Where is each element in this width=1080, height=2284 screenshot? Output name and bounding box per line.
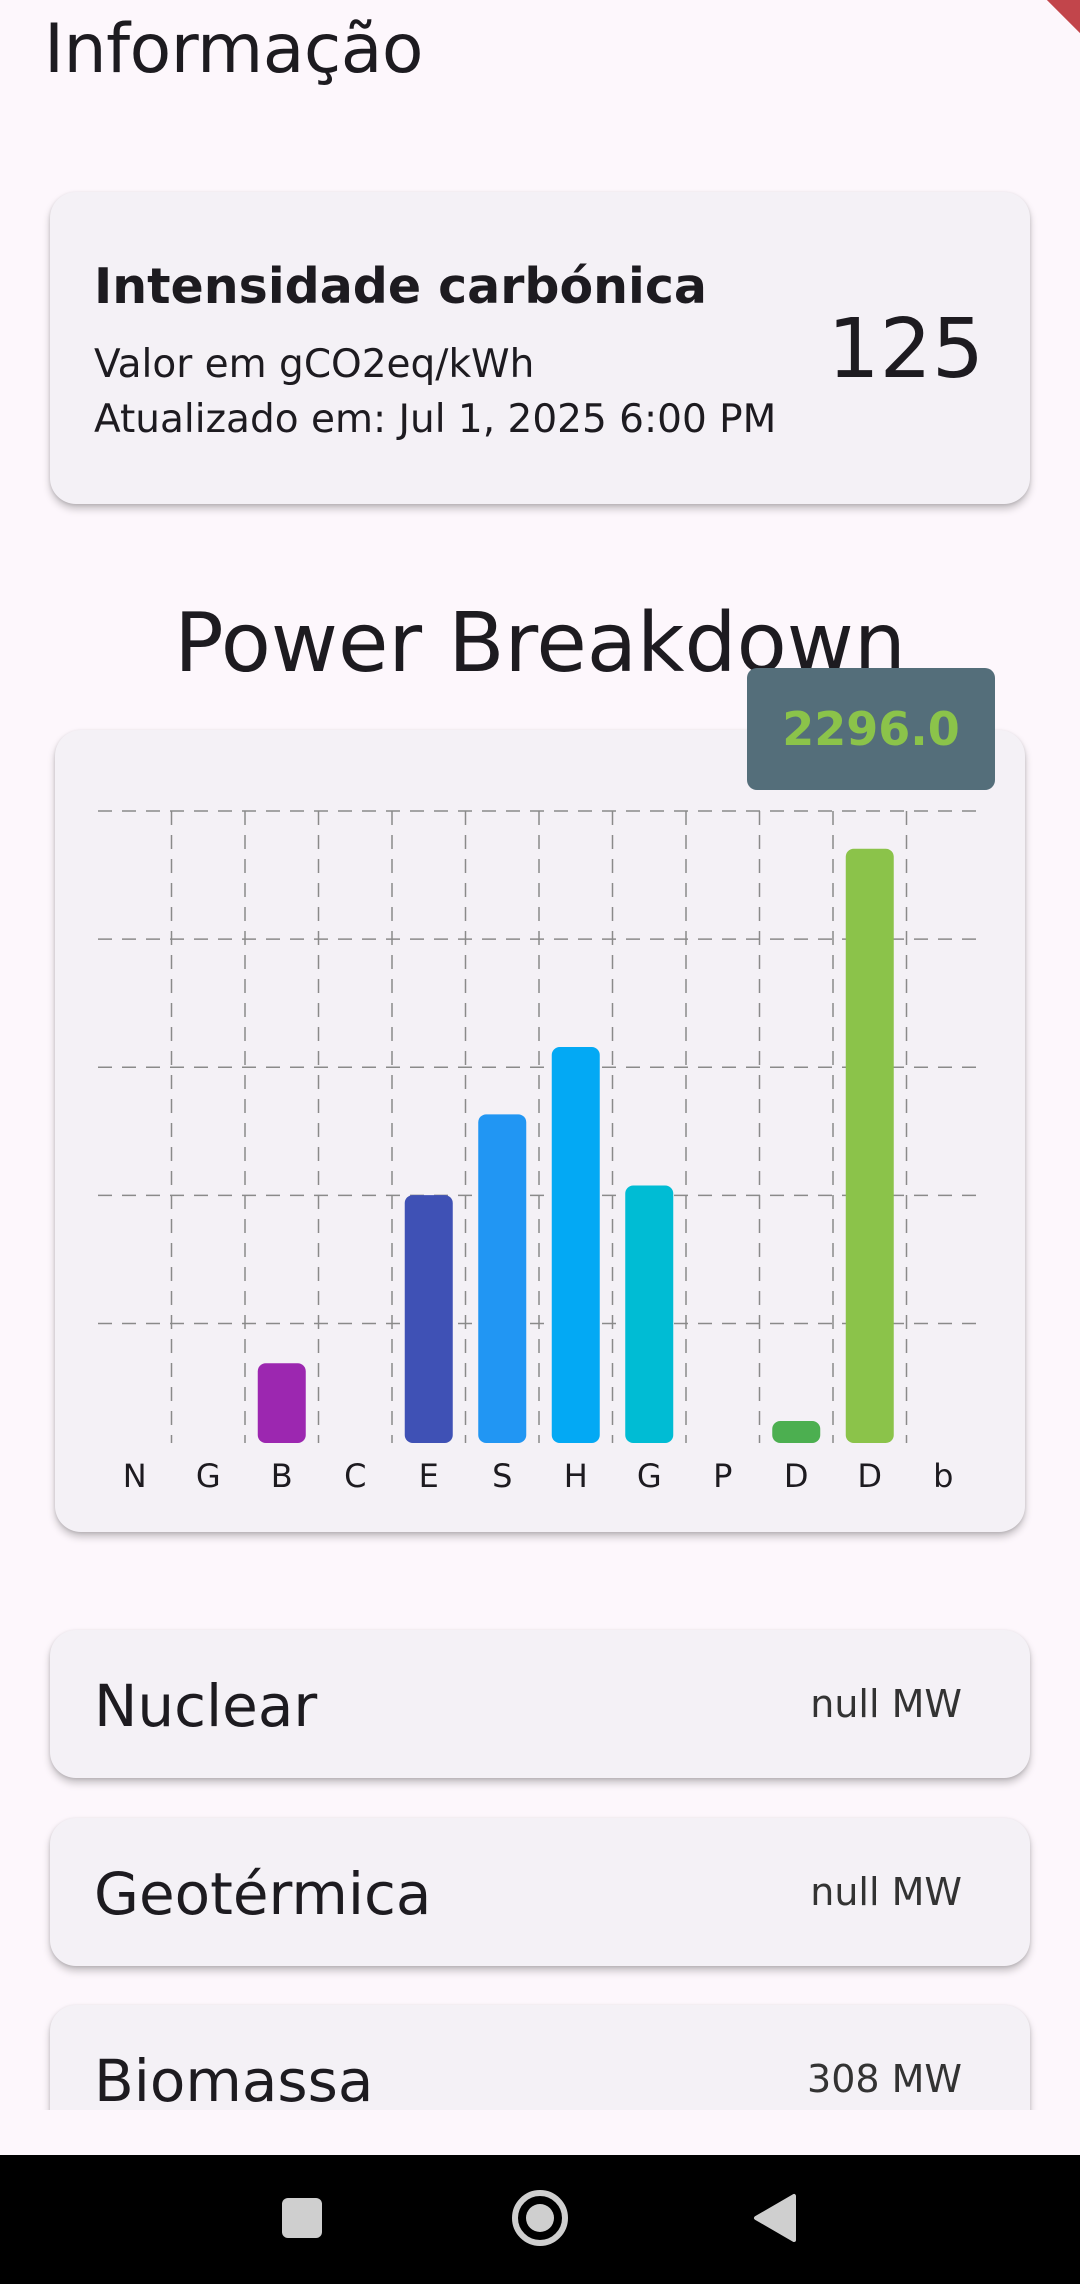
- carbon-intensity-unit: Valor em gCO2eq/kWh: [94, 342, 535, 387]
- power-breakdown-chart-card[interactable]: N G B C E S H G P D Db: [55, 730, 1025, 1532]
- source-row-geotermica[interactable]: Geotérmica null MW: [50, 1818, 1030, 1966]
- chart-tick-label: G: [196, 1457, 221, 1495]
- carbon-intensity-card[interactable]: Intensidade carbónica Valor em gCO2eq/kW…: [50, 192, 1030, 504]
- source-value: null MW: [810, 1870, 962, 1914]
- chart-tick-label: b: [933, 1457, 953, 1495]
- carbon-intensity-value: 125: [827, 302, 984, 397]
- chart-tick-label: G: [637, 1457, 662, 1495]
- chart-tick-label: D: [784, 1457, 809, 1495]
- source-row-nuclear[interactable]: Nuclear null MW: [50, 1630, 1030, 1778]
- chart-bar: [478, 1114, 527, 1443]
- source-name: Geotérmica: [94, 1860, 432, 1928]
- debug-banner: [1020, 0, 1080, 60]
- source-name: Nuclear: [94, 1672, 318, 1740]
- chart-tick-label: B: [271, 1457, 293, 1495]
- recents-square-icon[interactable]: [267, 2183, 337, 2253]
- chart-bar: [404, 1195, 453, 1443]
- chart-bar: [772, 1421, 821, 1443]
- chart-bar: [625, 1185, 674, 1443]
- source-row-biomassa[interactable]: Biomassa 308 MW: [50, 2005, 1030, 2110]
- source-value: null MW: [810, 1682, 962, 1726]
- chart-tick-label: C: [344, 1457, 366, 1495]
- chart-tick-label: E: [419, 1457, 439, 1495]
- power-breakdown-chart[interactable]: N G B C E S H G P D Db: [55, 730, 1025, 1532]
- chart-tick-label: D: [857, 1457, 882, 1495]
- system-navigation-bar: [0, 2155, 1080, 2284]
- sources-list[interactable]: Nuclear null MW Geotérmica null MW Bioma…: [0, 1600, 1080, 2110]
- back-triangle-icon[interactable]: [740, 2183, 810, 2253]
- chart-bar: [845, 848, 894, 1443]
- chart-tick-label: S: [492, 1457, 512, 1495]
- chart-bar: [257, 1363, 306, 1443]
- carbon-intensity-title: Intensidade carbónica: [94, 258, 707, 315]
- carbon-intensity-updated: Atualizado em: Jul 1, 2025 6:00 PM: [94, 397, 777, 442]
- source-name: Biomassa: [94, 2047, 374, 2110]
- chart-bar: [551, 1047, 600, 1443]
- chart-tick-label: P: [713, 1457, 732, 1495]
- chart-tooltip: 2296.0: [747, 668, 995, 790]
- source-value: 308 MW: [807, 2057, 962, 2101]
- chart-tick-label: N: [123, 1457, 147, 1495]
- chart-tick-label: H: [564, 1457, 588, 1495]
- home-circle-icon[interactable]: [505, 2183, 575, 2253]
- page-title: Informação: [44, 10, 424, 89]
